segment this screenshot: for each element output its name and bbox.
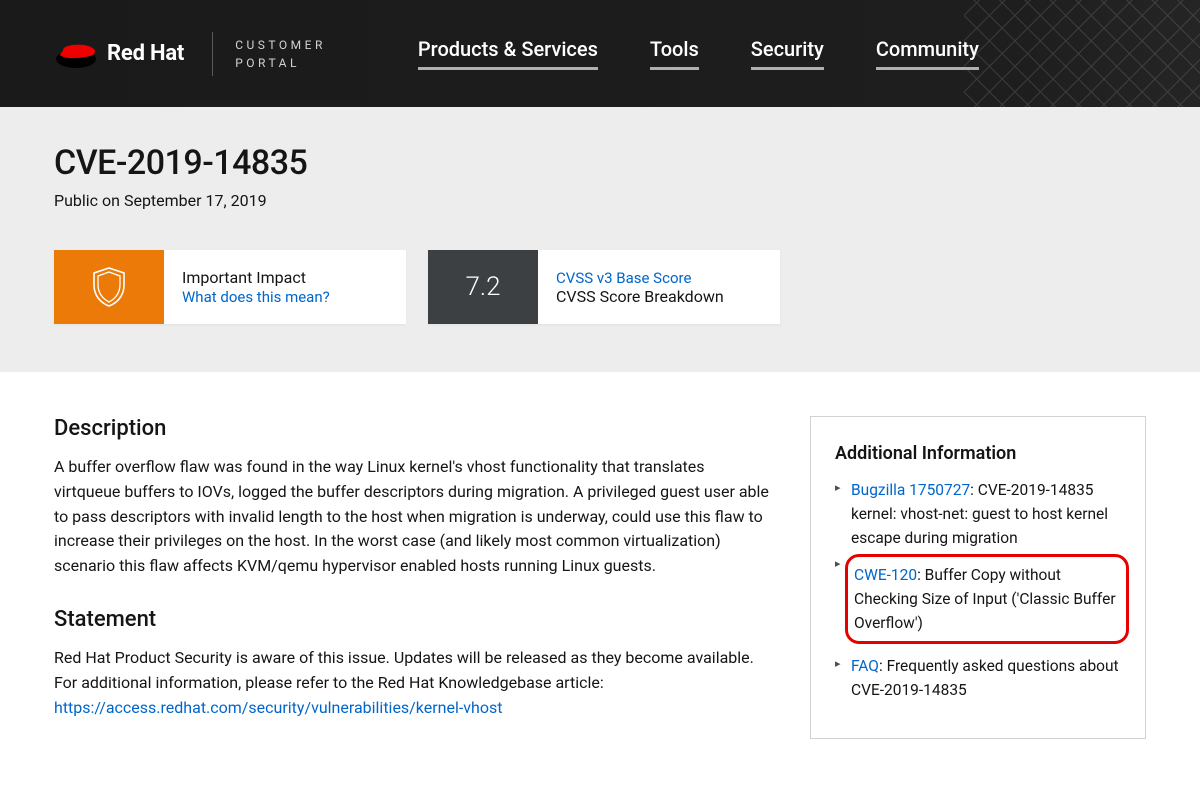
site-header: Red Hat CUSTOMER PORTAL Products & Servi…	[0, 0, 1200, 107]
description-heading: Description	[54, 416, 770, 441]
public-date-value: September 17, 2019	[124, 191, 267, 210]
public-date: Public on September 17, 2019	[54, 191, 1146, 210]
main-content: Description A buffer overflow flaw was f…	[0, 372, 1200, 788]
main-right-column: Additional Information Bugzilla 1750727:…	[810, 416, 1146, 748]
cvss-base-score-link[interactable]: CVSS v3 Base Score	[556, 269, 691, 287]
list-item: CWE-120: Buffer Copy without Checking Si…	[835, 554, 1121, 644]
shield-icon	[90, 265, 128, 309]
cvss-breakdown-label: CVSS Score Breakdown	[556, 287, 724, 306]
brand-name: Red Hat	[107, 41, 184, 66]
description-body: A buffer overflow flaw was found in the …	[54, 455, 770, 579]
impact-card: Important Impact What does this mean?	[54, 250, 406, 324]
score-card: 7.2 CVSS v3 Base Score CVSS Score Breakd…	[428, 250, 780, 324]
impact-label: Important Impact	[182, 268, 330, 287]
portal-label-line2: PORTAL	[235, 54, 326, 72]
summary-cards: Important Impact What does this mean? 7.…	[54, 250, 1146, 324]
statement-body: Red Hat Product Security is aware of thi…	[54, 646, 770, 720]
header-divider	[212, 32, 213, 76]
summary-band: CVE-2019-14835 Public on September 17, 2…	[0, 107, 1200, 372]
additional-info-box: Additional Information Bugzilla 1750727:…	[810, 416, 1146, 739]
statement-link[interactable]: https://access.redhat.com/security/vulne…	[54, 698, 502, 717]
list-item-text: : Frequently asked questions about CVE-2…	[851, 657, 1119, 699]
portal-label-line1: CUSTOMER	[235, 36, 326, 54]
logo-block[interactable]: Red Hat	[54, 37, 184, 71]
portal-label: CUSTOMER PORTAL	[235, 36, 326, 72]
redhat-logo-icon	[54, 37, 98, 71]
nav-products-services[interactable]: Products & Services	[418, 37, 598, 70]
nav-tools[interactable]: Tools	[650, 37, 699, 70]
impact-help-link[interactable]: What does this mean?	[182, 288, 330, 306]
additional-info-list: Bugzilla 1750727: CVE-2019-14835 kernel:…	[835, 478, 1121, 702]
cwe-link[interactable]: CWE-120	[854, 566, 917, 584]
highlight-annotation: CWE-120: Buffer Copy without Checking Si…	[845, 554, 1129, 644]
page-title: CVE-2019-14835	[54, 143, 1146, 183]
bugzilla-link[interactable]: Bugzilla 1750727	[851, 481, 970, 499]
statement-text: Red Hat Product Security is aware of thi…	[54, 648, 754, 692]
header-pattern	[964, 0, 1200, 107]
cvss-score-value: 7.2	[428, 250, 538, 324]
list-item: Bugzilla 1750727: CVE-2019-14835 kernel:…	[835, 478, 1121, 550]
impact-badge	[54, 250, 164, 324]
main-left-column: Description A buffer overflow flaw was f…	[54, 416, 770, 748]
faq-link[interactable]: FAQ	[851, 657, 879, 675]
list-item: FAQ: Frequently asked questions about CV…	[835, 654, 1121, 702]
additional-info-heading: Additional Information	[835, 443, 1121, 464]
primary-nav: Products & Services Tools Security Commu…	[418, 37, 979, 70]
public-date-prefix: Public on	[54, 191, 124, 210]
nav-security[interactable]: Security	[751, 37, 824, 70]
statement-heading: Statement	[54, 607, 770, 632]
